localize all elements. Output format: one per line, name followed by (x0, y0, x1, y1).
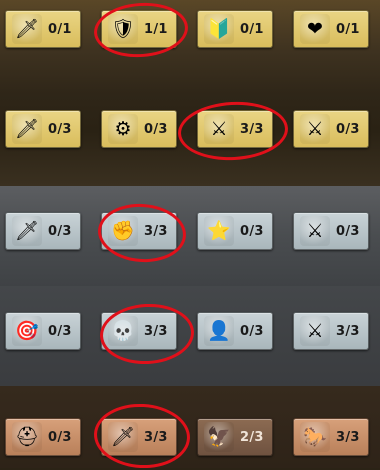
hooded-figure-plus-icon: 👤 (204, 316, 234, 346)
skill-count: 0/3 (48, 223, 72, 239)
crossed-swords-gear-icon: ⚔ (300, 216, 330, 246)
rearing-horse-icon: 🐎 (300, 422, 330, 452)
spear-tip-icon: 🗡 (12, 216, 42, 246)
skill-count: 0/3 (144, 121, 168, 137)
saber-icon: 🗡 (12, 14, 42, 44)
skill-tile[interactable]: 🛡 1/1 (101, 10, 177, 48)
skill-count: 3/3 (144, 223, 168, 239)
skill-tile[interactable]: 🔰 0/1 (197, 10, 273, 48)
skill-row-3: 🗡 0/3 ✊ 3/3 ⭐ 0/3 ⚔ 0/3 (0, 212, 380, 252)
skill-tile[interactable]: ⚔ 0/3 (293, 212, 369, 250)
skill-count: 2/3 (240, 429, 264, 445)
skill-tile[interactable]: 🦅 2/3 (197, 418, 273, 456)
skill-count: 0/1 (48, 21, 72, 37)
winged-heart-icon: ❤ (300, 14, 330, 44)
winged-claw-icon: 🦅 (204, 422, 234, 452)
crossed-swords-group-icon: ⚔ (204, 114, 234, 144)
skill-count: 0/3 (48, 121, 72, 137)
skill-tile[interactable]: 🎯 0/3 (5, 312, 81, 350)
skill-tile[interactable]: ❤ 0/1 (293, 10, 369, 48)
skill-count: 0/1 (336, 21, 360, 37)
shield-plus-icon: 🔰 (204, 14, 234, 44)
crossed-swords-clock-icon: ⚔ (300, 114, 330, 144)
sword-heart-icon: 🗡 (108, 422, 138, 452)
skill-tile[interactable]: ⭐ 0/3 (197, 212, 273, 250)
skill-count: 0/3 (336, 223, 360, 239)
skill-count: 1/1 (144, 21, 168, 37)
skill-count: 0/3 (240, 323, 264, 339)
skill-tile[interactable]: ✊ 3/3 (101, 212, 177, 250)
skill-count: 3/3 (144, 429, 168, 445)
arrow-target-icon: 🎯 (12, 316, 42, 346)
skill-row-5: ⛑ 0/3 🗡 3/3 🦅 2/3 🐎 3/3 (0, 418, 380, 458)
skill-tile[interactable]: ⚔ 3/3 (197, 110, 273, 148)
skill-tile[interactable]: 💀 3/3 (101, 312, 177, 350)
gear-hammer-icon: ⚙ (108, 114, 138, 144)
skull-heart-icon: 💀 (108, 316, 138, 346)
star-plus-icon: ⭐ (204, 216, 234, 246)
crossed-swords-drop-icon: ⚔ (300, 316, 330, 346)
skill-count: 0/3 (48, 429, 72, 445)
skill-count: 0/1 (240, 21, 264, 37)
fist-strike-icon: ✊ (108, 216, 138, 246)
skill-tile[interactable]: 👤 0/3 (197, 312, 273, 350)
skill-row-2: 🗡 0/3 ⚙ 0/3 ⚔ 3/3 ⚔ 0/3 (0, 110, 380, 150)
skill-tile[interactable]: 🗡 3/3 (101, 418, 177, 456)
skill-count: 0/3 (240, 223, 264, 239)
skill-tile[interactable]: ⚔ 3/3 (293, 312, 369, 350)
skill-row-1: 🗡 0/1 🛡 1/1 🔰 0/1 ❤ 0/1 (0, 10, 380, 50)
skill-tile[interactable]: ⚔ 0/3 (293, 110, 369, 148)
skill-count: 3/3 (336, 323, 360, 339)
armored-knight-target-icon: 🛡 (108, 14, 138, 44)
skill-tile[interactable]: 🗡 0/1 (5, 10, 81, 48)
skill-count: 3/3 (240, 121, 264, 137)
skill-tile[interactable]: 🐎 3/3 (293, 418, 369, 456)
skill-tile[interactable]: ⚙ 0/3 (101, 110, 177, 148)
skill-count: 3/3 (336, 429, 360, 445)
skill-tile[interactable]: ⛑ 0/3 (5, 418, 81, 456)
skill-count: 0/3 (48, 323, 72, 339)
feathered-sword-icon: 🗡 (12, 114, 42, 144)
skill-tile[interactable]: 🗡 0/3 (5, 110, 81, 148)
skill-count: 3/3 (144, 323, 168, 339)
soldier-helmet-icon: ⛑ (12, 422, 42, 452)
skill-tile[interactable]: 🗡 0/3 (5, 212, 81, 250)
skill-count: 0/3 (336, 121, 360, 137)
skill-row-4: 🎯 0/3 💀 3/3 👤 0/3 ⚔ 3/3 (0, 312, 380, 352)
